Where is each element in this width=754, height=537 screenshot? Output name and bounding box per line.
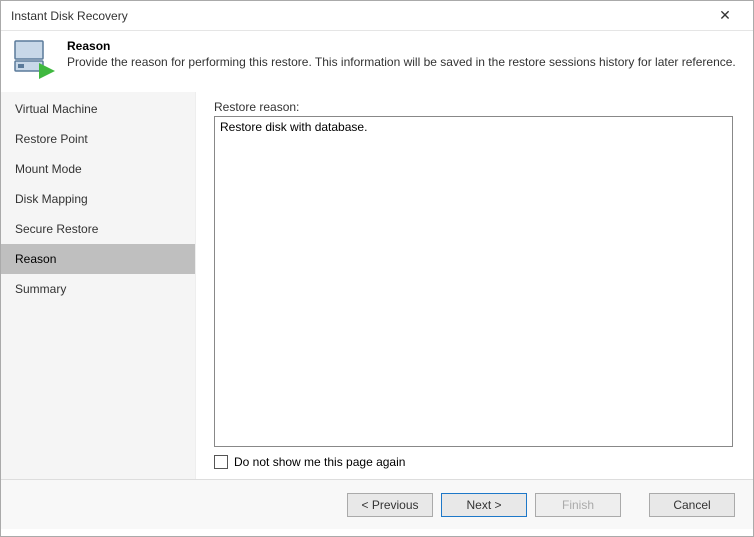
sidebar-item-label: Disk Mapping — [15, 192, 88, 206]
page-title: Reason — [67, 39, 741, 53]
close-icon: ✕ — [719, 7, 731, 24]
sidebar-item-summary[interactable]: Summary — [1, 274, 195, 304]
wizard-footer: < Previous Next > Finish Cancel — [1, 479, 753, 529]
sidebar-item-disk-mapping[interactable]: Disk Mapping — [1, 184, 195, 214]
page-description: Provide the reason for performing this r… — [67, 55, 741, 69]
sidebar-item-label: Secure Restore — [15, 222, 98, 236]
main-panel: Restore reason: Do not show me this page… — [196, 92, 753, 479]
sidebar-item-label: Summary — [15, 282, 66, 296]
sidebar-item-virtual-machine[interactable]: Virtual Machine — [1, 94, 195, 124]
close-button[interactable]: ✕ — [705, 2, 745, 30]
window-title: Instant Disk Recovery — [11, 9, 128, 23]
wizard-sidebar: Virtual Machine Restore Point Mount Mode… — [1, 92, 196, 479]
header-text: Reason Provide the reason for performing… — [67, 39, 741, 69]
cancel-button[interactable]: Cancel — [649, 493, 735, 517]
titlebar: Instant Disk Recovery ✕ — [1, 1, 753, 31]
sidebar-item-reason[interactable]: Reason — [1, 244, 195, 274]
finish-button: Finish — [535, 493, 621, 517]
do-not-show-label: Do not show me this page again — [234, 455, 405, 469]
do-not-show-row[interactable]: Do not show me this page again — [214, 455, 733, 469]
previous-button[interactable]: < Previous — [347, 493, 433, 517]
wizard-header: Reason Provide the reason for performing… — [1, 31, 753, 91]
sidebar-item-label: Mount Mode — [15, 162, 82, 176]
sidebar-item-secure-restore[interactable]: Secure Restore — [1, 214, 195, 244]
reason-label: Restore reason: — [214, 100, 733, 114]
sidebar-item-mount-mode[interactable]: Mount Mode — [1, 154, 195, 184]
do-not-show-checkbox[interactable] — [214, 455, 228, 469]
next-button[interactable]: Next > — [441, 493, 527, 517]
reason-textarea[interactable] — [214, 116, 733, 447]
sidebar-item-label: Virtual Machine — [15, 102, 98, 116]
sidebar-item-label: Reason — [15, 252, 56, 266]
sidebar-item-label: Restore Point — [15, 132, 88, 146]
sidebar-item-restore-point[interactable]: Restore Point — [1, 124, 195, 154]
content-area: Virtual Machine Restore Point Mount Mode… — [1, 91, 753, 479]
disk-recovery-icon — [13, 39, 55, 81]
